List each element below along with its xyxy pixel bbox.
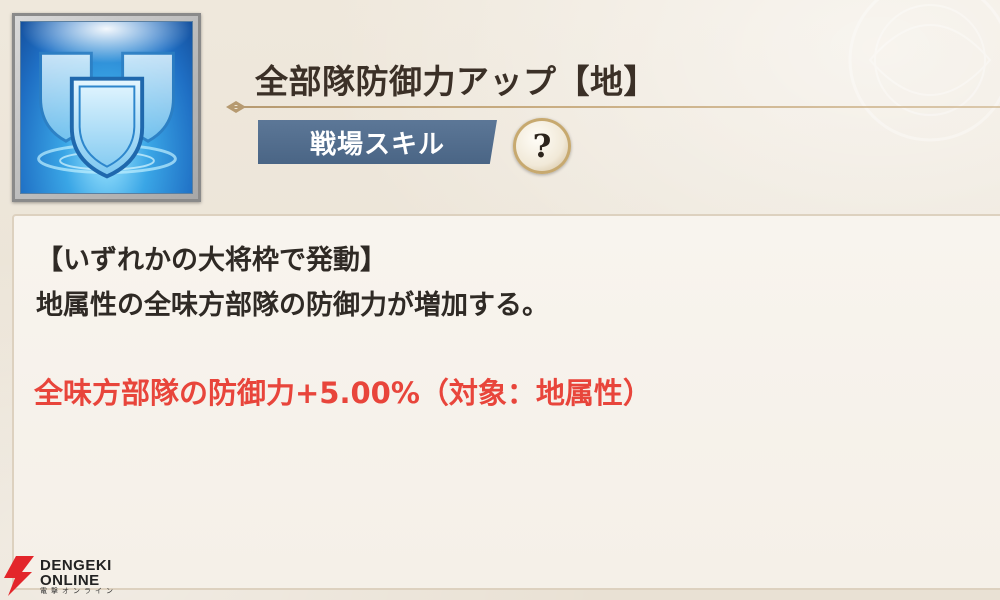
watermark-line2: ONLINE <box>40 571 100 589</box>
watermark-sub: 電撃オンライン <box>40 586 117 595</box>
corner-ornament <box>848 0 1000 142</box>
shield-defense-icon <box>20 21 193 194</box>
skill-title: 全部隊防御力アップ【地】 <box>255 62 657 101</box>
skill-effect-value: 全味方部隊の防御力+5.00%（対象：地属性） <box>34 376 652 410</box>
watermark-line1: DENGEKI <box>40 556 112 574</box>
activation-condition: 【いずれかの大将枠で発動】 <box>36 245 387 276</box>
skill-description: 地属性の全味方部隊の防御力が増加する。 <box>36 290 549 321</box>
title-divider <box>233 106 1000 108</box>
question-mark-icon: ? <box>532 127 552 165</box>
skill-icon-frame <box>12 13 201 202</box>
help-button[interactable]: ? <box>513 118 571 174</box>
dengeki-bolt-logo <box>4 556 34 596</box>
dengeki-online-watermark: DENGEKI ONLINE 電撃オンライン <box>2 556 117 596</box>
skill-category-badge: 戦場スキル <box>258 120 497 164</box>
